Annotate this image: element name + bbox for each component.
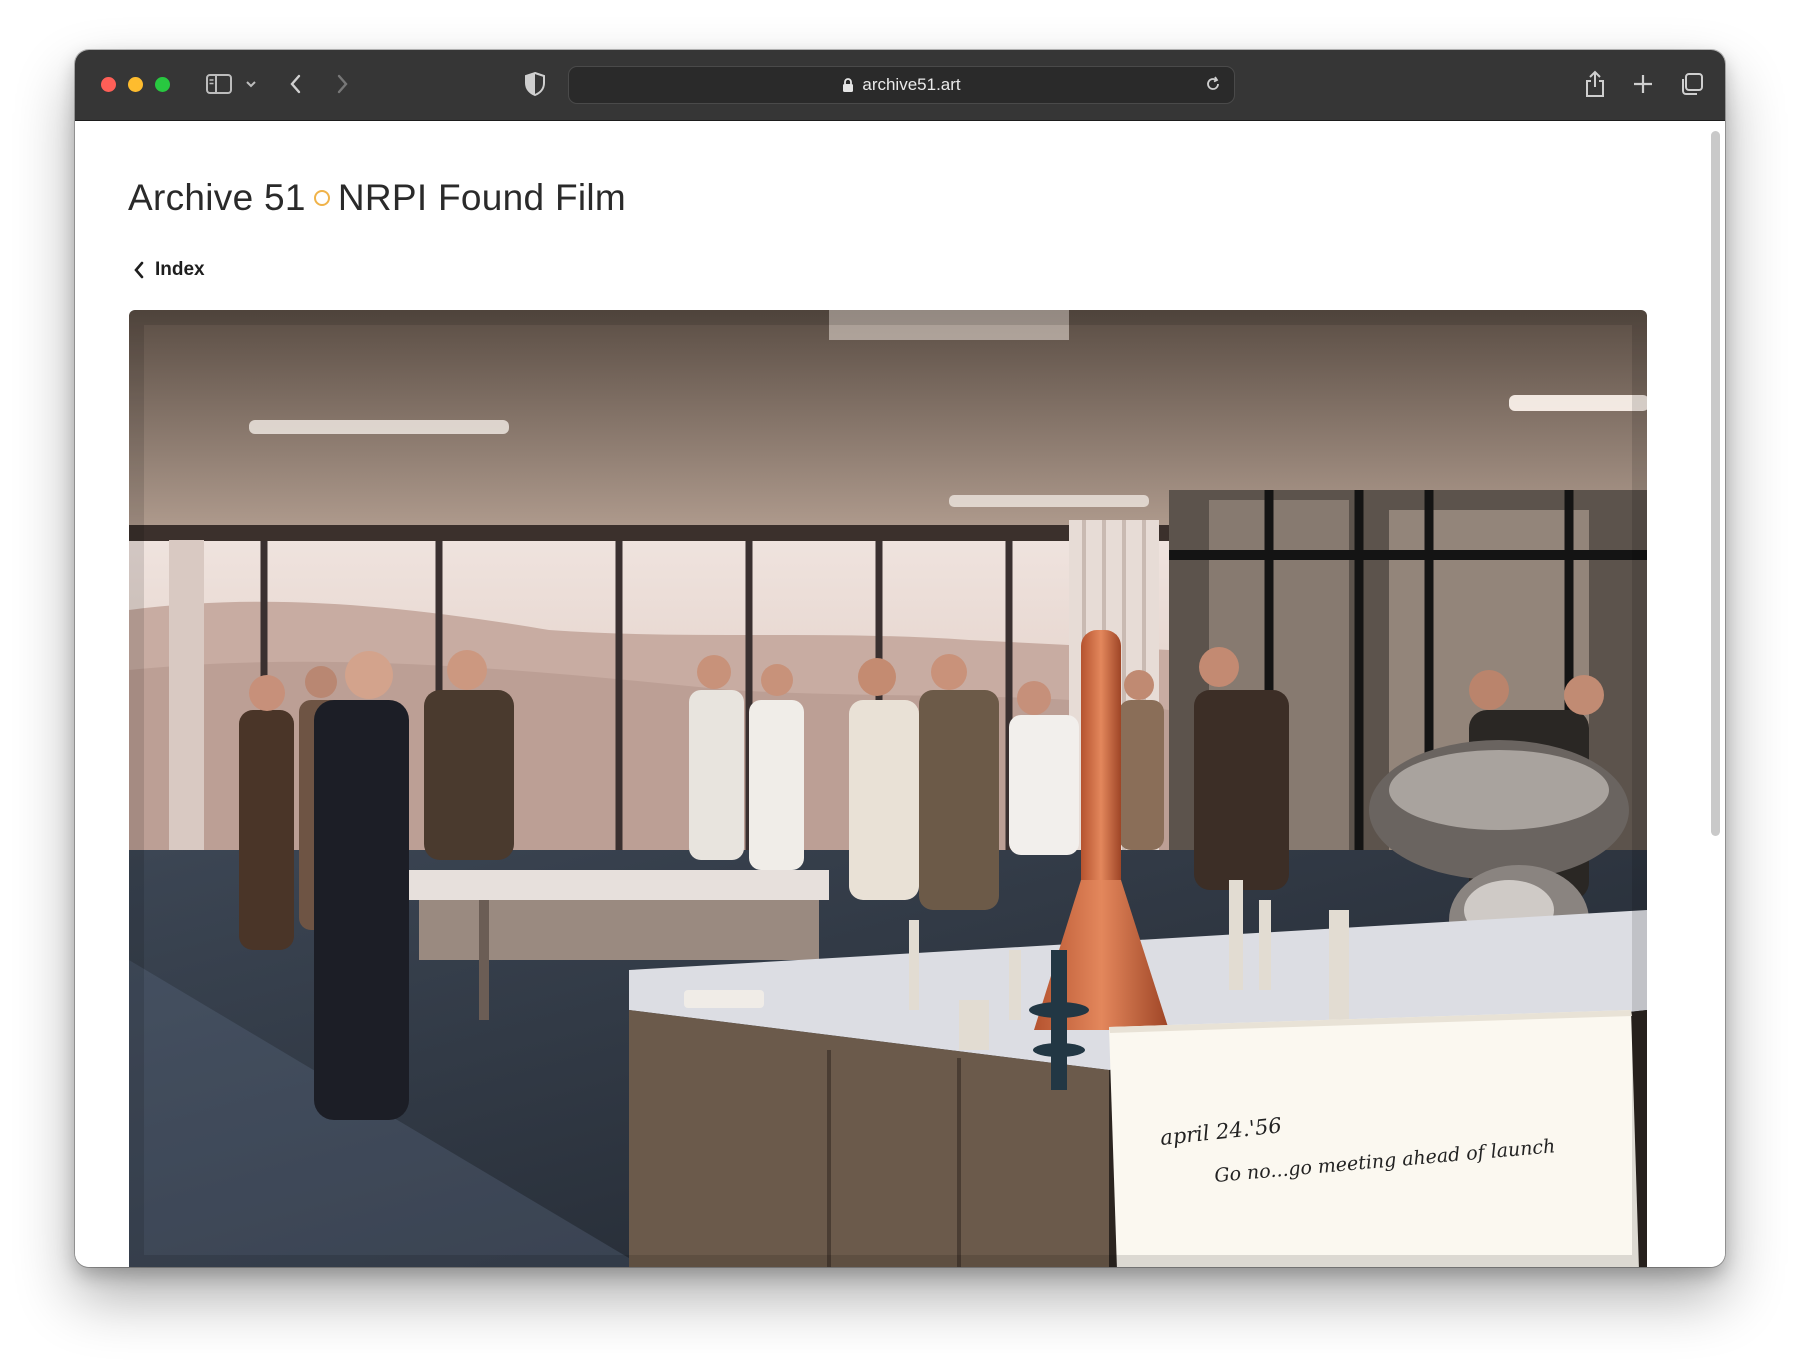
page-title: Archive 51 NRPI Found Film bbox=[128, 177, 626, 219]
zoom-window-button[interactable] bbox=[155, 77, 170, 92]
page-content: Archive 51 NRPI Found Film Index april 2… bbox=[75, 121, 1725, 1267]
lock-icon bbox=[842, 77, 854, 93]
reload-icon[interactable] bbox=[1204, 75, 1222, 93]
sidebar-icon[interactable] bbox=[205, 72, 233, 96]
address-bar[interactable]: archive51.art bbox=[568, 66, 1235, 104]
browser-toolbar: archive51.art bbox=[75, 50, 1725, 121]
collection-name: NRPI Found Film bbox=[337, 177, 627, 218]
tabs-icon[interactable] bbox=[1679, 71, 1705, 97]
separator-dot-icon bbox=[313, 190, 330, 206]
close-window-button[interactable] bbox=[101, 77, 116, 92]
vertical-scrollbar[interactable] bbox=[1711, 131, 1720, 836]
forward-icon[interactable] bbox=[332, 72, 352, 96]
share-icon[interactable] bbox=[1583, 69, 1607, 99]
site-name: Archive 51 bbox=[128, 177, 306, 218]
back-to-index-link[interactable]: Index bbox=[133, 259, 205, 281]
back-link-label: Index bbox=[155, 259, 205, 280]
chevron-down-icon[interactable] bbox=[245, 78, 257, 90]
minimize-window-button[interactable] bbox=[128, 77, 143, 92]
url-text: archive51.art bbox=[862, 75, 961, 94]
browser-window: archive51.art Archive 51 NRPI Found Film… bbox=[75, 50, 1725, 1267]
back-icon[interactable] bbox=[286, 72, 306, 96]
plus-icon[interactable] bbox=[1631, 72, 1655, 96]
found-film-photo: april 24.'56 Go no...go meeting ahead of… bbox=[129, 310, 1647, 1267]
chevron-left-icon bbox=[134, 261, 144, 279]
shield-icon[interactable] bbox=[524, 71, 546, 97]
handwritten-note: april 24.'56 Go no...go meeting ahead of… bbox=[1109, 1010, 1639, 1267]
